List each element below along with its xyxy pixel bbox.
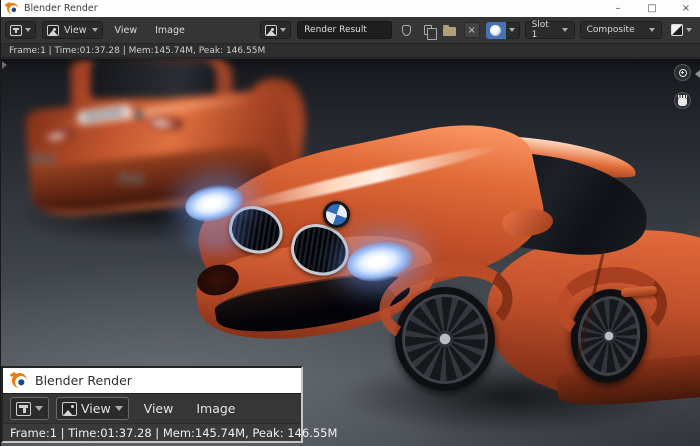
minimize-button[interactable]: – [612, 0, 624, 17]
menu-image[interactable]: Image [188, 401, 243, 416]
maximize-button[interactable]: □ [646, 0, 658, 17]
image-name-field[interactable]: Render Result [297, 21, 392, 39]
chevron-down-icon [92, 28, 98, 32]
duplicate-icon [424, 25, 432, 35]
inset-header: View View Image [3, 393, 301, 423]
mode-label: View [81, 401, 111, 416]
close-button[interactable]: × [680, 0, 692, 17]
view-mode-icon [47, 25, 59, 36]
headlight-glow [177, 217, 257, 263]
chevron-down-icon [686, 28, 692, 32]
render-pass-label: Composite [587, 25, 635, 35]
pan-gizmo-button[interactable] [674, 92, 691, 109]
render-stats-text: Frame:1 | Time:01:37.28 | Mem:145.74M, P… [10, 426, 337, 440]
window-controls: – □ × [612, 0, 692, 17]
chevron-down-icon [25, 28, 31, 32]
bmw-roundel-icon [323, 201, 350, 228]
magnifier-icon [679, 69, 687, 77]
chevron-down-icon [509, 28, 515, 32]
open-image-button[interactable] [442, 21, 458, 39]
chevron-down-icon [562, 28, 568, 32]
chevron-down-icon [115, 406, 123, 411]
image-editor-icon [10, 25, 22, 36]
editor-mode-dropdown[interactable]: View [42, 21, 103, 39]
blender-render-window: Blender Render – □ × View View Image Ren… [0, 0, 700, 446]
render-stats-bar: Frame:1 | Time:01:37.28 | Mem:145.74M, P… [1, 44, 700, 58]
fake-user-button[interactable] [398, 21, 414, 39]
inset-title-bar: Blender Render [3, 368, 301, 393]
sphere-icon [490, 25, 501, 36]
image-browse-dropdown[interactable] [260, 21, 291, 39]
rear-window [91, 61, 217, 99]
panel-collapse-arrow[interactable] [2, 61, 7, 69]
folder-icon [443, 27, 456, 36]
blender-logo-icon [7, 3, 18, 14]
editor-type-dropdown[interactable] [5, 21, 36, 39]
mode-label: View [62, 25, 89, 36]
image-icon [265, 25, 277, 36]
slot-dropdown[interactable]: Slot 1 [525, 21, 575, 39]
header-right-group: Slot 1 Composite [486, 21, 696, 39]
zoom-gizmo-button[interactable] [674, 64, 691, 81]
chevron-down-icon [35, 406, 43, 411]
editor-type-dropdown[interactable] [10, 397, 49, 420]
display-channels-dropdown[interactable] [667, 21, 696, 39]
slot-label: Slot 1 [532, 20, 557, 40]
menu-image[interactable]: Image [149, 25, 191, 36]
magnified-inset-window: Blender Render View View Image Frame:1 |… [1, 366, 303, 443]
image-editor-header: View View Image Render Result × S [1, 17, 700, 44]
hand-icon [678, 98, 687, 106]
view-mode-icon [62, 402, 77, 416]
render-pass-dropdown[interactable]: Composite [580, 21, 662, 39]
new-image-button[interactable] [420, 21, 436, 39]
menu-view[interactable]: View [136, 401, 182, 416]
image-type-group [486, 22, 520, 39]
image-editor-icon [16, 402, 31, 416]
window-title: Blender Render [24, 3, 98, 14]
sidebar-collapse-arrow[interactable] [695, 70, 700, 78]
render-stats-text: Frame:1 | Time:01:37.28 | Mem:145.74M, P… [9, 46, 265, 56]
menu-view[interactable]: View [109, 25, 144, 36]
inset-stats-bar: Frame:1 | Time:01:37.28 | Mem:145.74M, P… [3, 423, 301, 441]
chevron-down-icon [649, 28, 655, 32]
title-bar: Blender Render – □ × [1, 0, 700, 17]
shield-icon [402, 25, 411, 36]
inset-window-title: Blender Render [35, 373, 132, 388]
editor-mode-dropdown[interactable]: View [56, 397, 129, 420]
unlink-image-button[interactable]: × [464, 22, 480, 38]
render-result-toggle[interactable] [486, 22, 506, 39]
color-alpha-icon [671, 24, 683, 36]
image-type-dropdown[interactable] [506, 22, 520, 39]
blender-logo-icon [12, 373, 27, 388]
chevron-down-icon [280, 28, 286, 32]
